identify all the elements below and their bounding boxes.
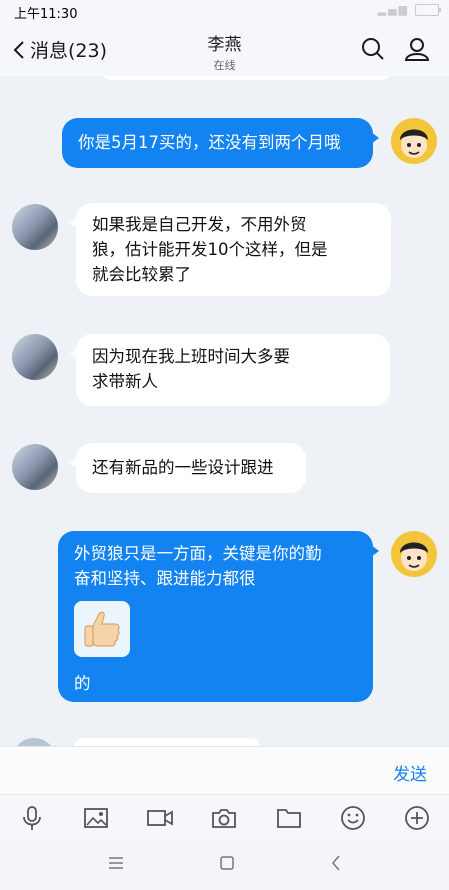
folder-icon[interactable] xyxy=(269,798,309,838)
camera-icon[interactable] xyxy=(204,798,244,838)
input-toolbar xyxy=(0,794,449,841)
message-text: 还有新品的一些设计跟进 xyxy=(92,458,274,477)
message-text: 外贸狼只是一方面，关键是你的勤 xyxy=(74,544,322,563)
contact-avatar[interactable] xyxy=(12,204,58,250)
partial-message xyxy=(103,76,390,80)
battery-icon xyxy=(415,3,441,16)
message-text: 就会比较累了 xyxy=(92,265,191,284)
chat-header: 消息(23) 李燕 在线 xyxy=(0,22,449,76)
send-button[interactable]: 发送 xyxy=(393,760,427,785)
profile-icon[interactable] xyxy=(404,36,430,66)
message-text: 的 xyxy=(74,674,91,693)
signal-icon: ▂▄▆ xyxy=(377,3,409,16)
my-avatar[interactable] xyxy=(391,118,437,164)
status-time: 上午11:30 xyxy=(14,7,78,22)
plus-icon[interactable] xyxy=(397,798,437,838)
message-bubble[interactable]: 如果我是自己开发，不用外贸 狼，估计能开发10个这样，但是 就会比较累了 xyxy=(70,203,391,296)
microphone-icon[interactable] xyxy=(12,798,52,838)
message-text: 奋和坚持、跟进能力都很 xyxy=(74,569,256,588)
status-bar: 上午11:30 ▂▄▆ xyxy=(0,0,449,22)
message-text: 你是5月17买的，还没有到两个月哦 xyxy=(78,133,341,152)
message-text: 狼，估计能开发10个这样，但是 xyxy=(92,240,328,259)
emoji-icon[interactable] xyxy=(333,798,373,838)
contact-avatar[interactable] xyxy=(12,444,58,490)
message-input-area[interactable]: 发送 xyxy=(0,746,449,795)
menu-icon[interactable] xyxy=(107,855,125,875)
status-icons: ▂▄▆ xyxy=(377,3,441,16)
video-icon[interactable] xyxy=(140,798,180,838)
thumbs-up-icon xyxy=(84,611,120,647)
message-bubble[interactable]: 因为现在我上班时间大多要 求带新人 xyxy=(70,334,390,406)
message-bubble[interactable]: 还有新品的一些设计跟进 xyxy=(70,443,306,493)
message-bubble[interactable]: 你是5月17买的，还没有到两个月哦 xyxy=(62,118,379,168)
chat-area[interactable]: 你是5月17买的，还没有到两个月哦 如果我是自己开发，不用外贸 狼，估计能开发1… xyxy=(0,76,449,746)
partial-message xyxy=(74,738,260,746)
message-text: 如果我是自己开发，不用外贸 xyxy=(92,215,307,234)
system-nav-bar xyxy=(0,840,449,890)
contact-avatar[interactable] xyxy=(12,334,58,380)
home-icon[interactable] xyxy=(218,854,236,876)
my-avatar[interactable] xyxy=(391,531,437,577)
message-text: 因为现在我上班时间大多要 xyxy=(92,347,290,366)
back-icon[interactable] xyxy=(329,854,343,876)
thumbs-up-sticker[interactable] xyxy=(74,601,130,657)
search-icon[interactable] xyxy=(360,36,386,66)
message-text: 求带新人 xyxy=(92,372,158,391)
contact-avatar[interactable] xyxy=(12,738,56,746)
image-icon[interactable] xyxy=(76,798,116,838)
message-bubble[interactable]: 外贸狼只是一方面，关键是你的勤 奋和坚持、跟进能力都很 的 xyxy=(58,531,379,702)
